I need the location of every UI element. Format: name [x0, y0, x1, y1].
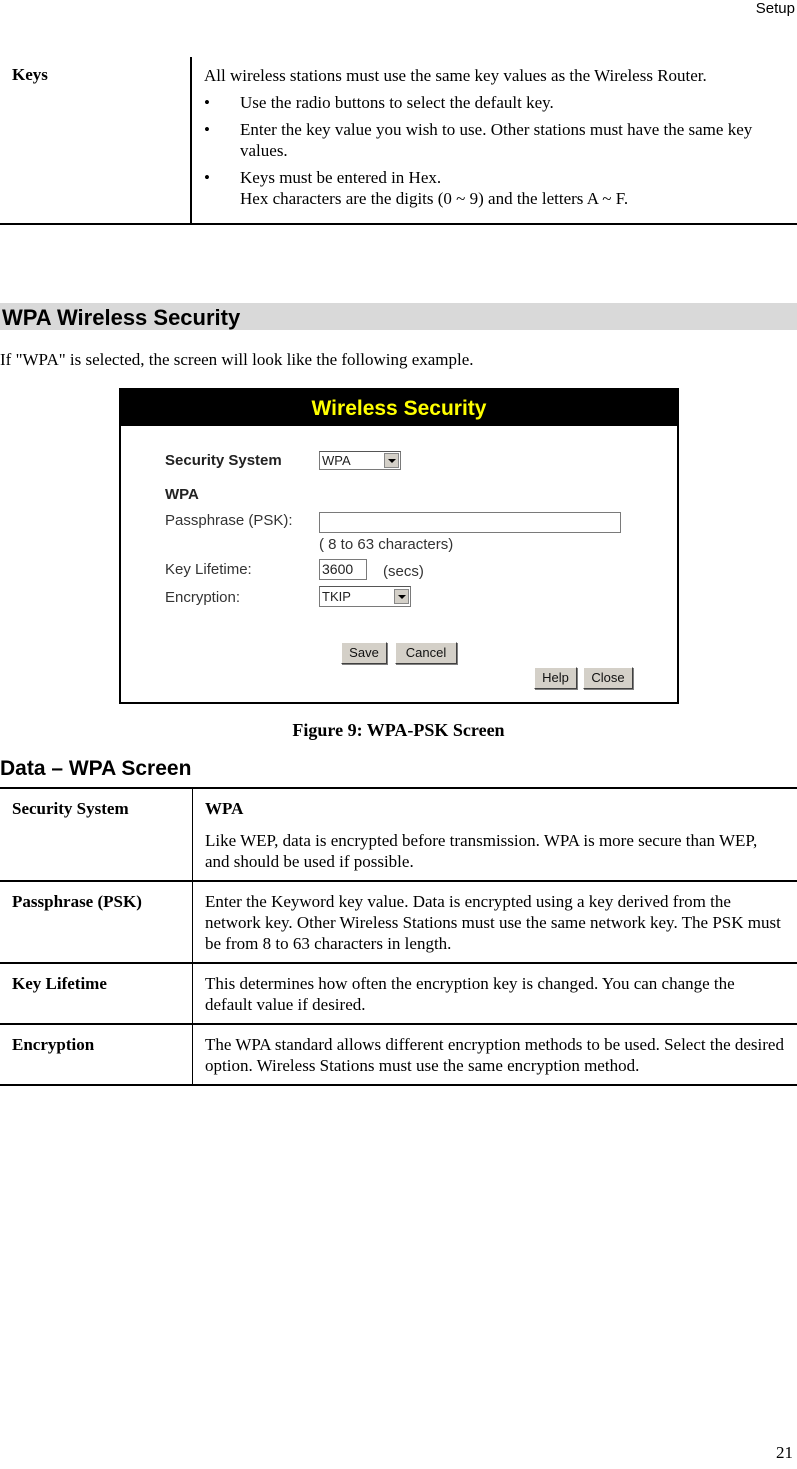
cancel-button[interactable]: Cancel — [395, 642, 457, 664]
key-lifetime-label: Key Lifetime: — [165, 561, 252, 578]
bullet-line: Keys must be entered in Hex. — [240, 168, 442, 187]
row-label: Encryption — [0, 1024, 193, 1085]
row-description: WPA Like WEP, data is encrypted before t… — [193, 788, 797, 881]
list-item: • Keys must be entered in Hex. Hex chara… — [204, 167, 785, 209]
table-row: Encryption The WPA standard allows diffe… — [0, 1024, 797, 1085]
row-text: Enter the Keyword key value. Data is enc… — [205, 892, 781, 953]
wpa-screen-figure: Wireless Security Security System WPA WP… — [119, 388, 679, 704]
row-description: The WPA standard allows different encryp… — [193, 1024, 797, 1085]
row-label: Security System — [0, 788, 193, 881]
passphrase-label: Passphrase (PSK): — [165, 512, 293, 529]
section-heading: WPA Wireless Security — [0, 303, 797, 330]
row-text: Like WEP, data is encrypted before trans… — [205, 831, 758, 871]
row-title: WPA — [205, 799, 244, 818]
figure-caption: Figure 9: WPA-PSK Screen — [292, 720, 505, 740]
bullet-line: Hex characters are the digits (0 ~ 9) an… — [240, 189, 629, 208]
help-button[interactable]: Help — [534, 667, 577, 689]
row-description: Enter the Keyword key value. Data is enc… — [193, 881, 797, 963]
bullet-text: Enter the key value you wish to use. Oth… — [240, 120, 753, 160]
list-item: • Enter the key value you wish to use. O… — [204, 119, 785, 161]
encryption-label: Encryption: — [165, 589, 241, 606]
select-value: TKIP — [322, 589, 351, 604]
intro-text: If "WPA" is selected, the screen will lo… — [0, 350, 474, 369]
table-row: Security System WPA Like WEP, data is en… — [0, 788, 797, 881]
table-row: Passphrase (PSK) Enter the Keyword key v… — [0, 881, 797, 963]
keys-label: Keys — [0, 57, 192, 224]
key-lifetime-unit: (secs) — [383, 563, 424, 580]
encryption-select[interactable]: TKIP — [319, 586, 411, 607]
table-row: Keys All wireless stations must use the … — [0, 57, 797, 224]
page-number: 21 — [776, 1443, 793, 1462]
bullet-text: Keys must be entered in Hex. Hex charact… — [240, 167, 628, 209]
row-description: This determines how often the encryption… — [193, 963, 797, 1024]
key-lifetime-input[interactable]: 3600 — [319, 559, 367, 580]
keys-description: All wireless stations must use the same … — [191, 57, 797, 224]
row-text: The WPA standard allows different encryp… — [205, 1035, 784, 1075]
bullet-icon: • — [204, 168, 210, 187]
data-table: Security System WPA Like WEP, data is en… — [0, 787, 797, 1086]
keys-table: Keys All wireless stations must use the … — [0, 57, 797, 225]
page-header: Setup — [755, 0, 795, 17]
wpa-heading: WPA — [165, 486, 199, 503]
passphrase-hint: ( 8 to 63 characters) — [319, 536, 454, 553]
keys-intro: All wireless stations must use the same … — [204, 66, 707, 85]
chevron-down-icon[interactable] — [384, 453, 399, 468]
bullet-icon: • — [204, 93, 210, 112]
save-button[interactable]: Save — [341, 642, 387, 664]
list-item: • Use the radio buttons to select the de… — [204, 92, 785, 113]
security-system-label: Security System — [165, 452, 282, 469]
row-text: This determines how often the encryption… — [205, 974, 735, 1014]
passphrase-input[interactable] — [319, 512, 621, 533]
close-button[interactable]: Close — [583, 667, 633, 689]
select-value: WPA — [322, 453, 351, 468]
chevron-down-icon[interactable] — [394, 589, 409, 604]
security-system-select[interactable]: WPA — [319, 451, 401, 470]
row-label: Key Lifetime — [0, 963, 193, 1024]
table-row: Key Lifetime This determines how often t… — [0, 963, 797, 1024]
bullet-icon: • — [204, 120, 210, 139]
data-heading: Data – WPA Screen — [0, 757, 192, 780]
bullet-text: Use the radio buttons to select the defa… — [240, 93, 554, 112]
figure-title: Wireless Security — [121, 390, 677, 426]
row-label: Passphrase (PSK) — [0, 881, 193, 963]
